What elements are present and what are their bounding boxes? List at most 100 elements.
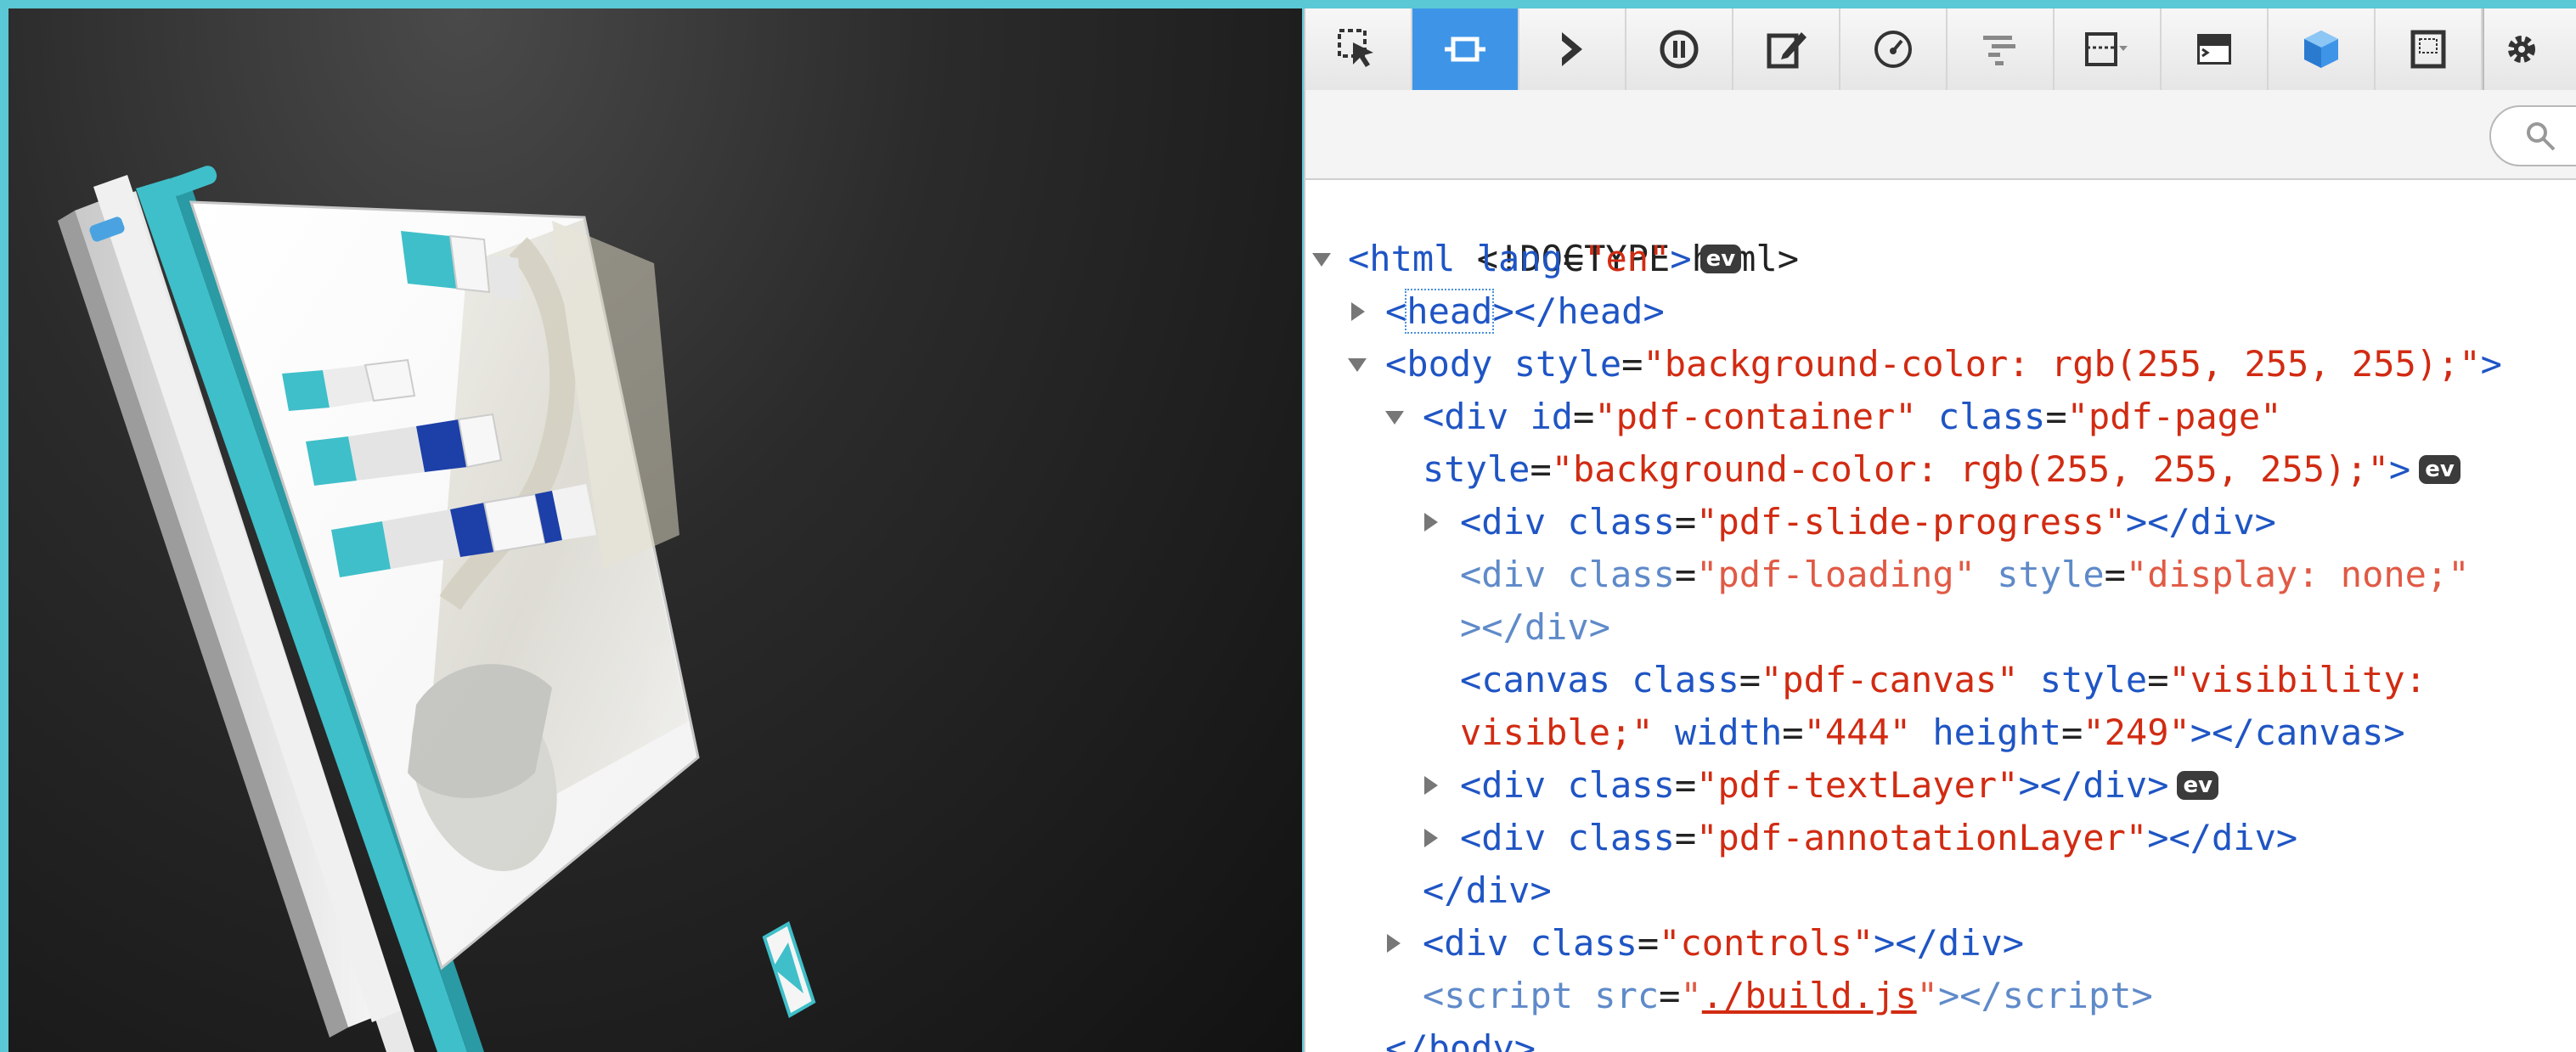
gear-icon — [2508, 36, 2535, 63]
tree-node-text-layer[interactable]: <div class="pdf-textLayer"></div> ev — [1460, 759, 2219, 812]
tree-node-body[interactable]: <body style="background-color: rgb(255, … — [1385, 338, 2502, 391]
tag-punct: > — [2383, 712, 2405, 753]
tag-punct: < — [1385, 343, 1407, 385]
tree-node-doctype[interactable]: <!DOCTYPE html> — [1348, 180, 1799, 279]
attr-value: "pdf-textLayer" — [1696, 764, 2019, 806]
attr-name: class — [1546, 501, 1675, 543]
tag-punct: ></ — [1937, 975, 2003, 1016]
tag-close: </head — [1513, 290, 1643, 332]
tag-close: canvas — [2254, 712, 2384, 753]
attr-value: "en" — [1584, 238, 1671, 279]
attr-eq: = — [1621, 343, 1643, 385]
attr-eq: = — [1659, 975, 1681, 1016]
tag-close: script — [2002, 975, 2132, 1016]
tree-node-pdf-container[interactable]: <div id="pdf-container" class="pdf-page" — [1423, 391, 2282, 443]
screenshot-button[interactable] — [2376, 8, 2483, 90]
attr-name: id — [1508, 396, 1574, 437]
search-input[interactable] — [2489, 105, 2576, 166]
tag-punct: > — [2147, 764, 2169, 806]
select-element-button[interactable] — [1305, 8, 1412, 90]
attr-eq: = — [1530, 448, 1552, 490]
event-badge[interactable]: ev — [2419, 455, 2460, 484]
tree-node-pdf-canvas[interactable]: <canvas class="pdf-canvas" style="visibi… — [1460, 654, 2427, 706]
tag-close: div — [2083, 764, 2148, 806]
3d-view-button[interactable] — [2269, 8, 2376, 90]
3d-dom-view[interactable] — [8, 8, 1302, 1052]
expand-toggle-icon[interactable] — [1424, 513, 1438, 532]
expand-toggle-icon[interactable] — [1424, 776, 1438, 795]
attr-eq: = — [1637, 922, 1660, 964]
settings-button[interactable] — [2483, 8, 2559, 90]
tag-close: div — [1937, 922, 2003, 964]
tree-node-slide-progress[interactable]: <div class="pdf-slide-progress"></div> — [1460, 496, 2276, 549]
tag-name: div — [1481, 764, 1547, 806]
network-button[interactable] — [1948, 8, 2055, 90]
attr-quote: " — [1680, 975, 1702, 1016]
script-src-link[interactable]: ./build.js — [1702, 975, 1917, 1016]
tag-name: div — [1444, 922, 1509, 964]
expand-toggle-icon[interactable] — [1424, 829, 1438, 847]
attr-value: "pdf-container" — [1594, 396, 1917, 437]
tree-node-body-close[interactable]: </body> — [1385, 1022, 1536, 1052]
tag-punct: > — [2388, 448, 2411, 490]
attr-name: style — [2018, 659, 2148, 700]
corner-logo — [762, 921, 816, 1018]
tag-punct: < — [1460, 659, 1482, 700]
expand-toggle-icon[interactable] — [1387, 934, 1401, 953]
search-icon — [2527, 122, 2556, 151]
performance-button[interactable] — [1840, 8, 1948, 90]
attr-name: class — [1546, 554, 1675, 595]
tree-node-head[interactable]: <head></head> — [1385, 285, 1665, 338]
tree-node-annotation-layer[interactable]: <div class="pdf-annotationLayer"></div> — [1460, 812, 2297, 864]
tag-punct: ></ — [1460, 606, 1525, 648]
crosshair-box-icon — [1445, 37, 1485, 62]
attr-name: class — [1508, 922, 1637, 964]
tag-punct: < — [1423, 975, 1445, 1016]
pause-circle-icon — [1660, 30, 1699, 69]
devtools-panel: <!DOCTYPE html> <html lang="en"> ev <head… — [1304, 8, 2576, 1052]
attr-eq: = — [1674, 764, 1697, 806]
attr-value: "visibility: — [2168, 659, 2427, 700]
tag-punct: > — [1513, 1027, 1536, 1052]
tag-punct: ></ — [1874, 922, 1938, 964]
attr-eq: = — [1674, 501, 1697, 543]
tag-punct: > — [1670, 238, 1692, 279]
tag-close: div — [2212, 817, 2276, 858]
tag-punct: < — [1423, 396, 1445, 437]
tree-node-pdf-container-close[interactable]: </div> — [1423, 864, 1552, 917]
attr-eq: = — [2045, 396, 2067, 437]
tag-name: html — [1369, 238, 1456, 279]
event-badge[interactable]: ev — [2177, 771, 2219, 800]
attr-value: "444" — [1803, 712, 1912, 753]
attr-eq: = — [1562, 238, 1585, 279]
tree-node-html[interactable]: <html lang="en"> ev — [1348, 233, 1742, 285]
tree-node-controls[interactable]: <div class="controls"></div> — [1423, 917, 2024, 970]
pick-element-button[interactable] — [1412, 8, 1519, 90]
debugger-button[interactable] — [1626, 8, 1733, 90]
tag-punct: > — [1588, 606, 1611, 648]
tag-name: script — [1444, 975, 1574, 1016]
expand-toggle-icon[interactable] — [1351, 302, 1365, 321]
tree-node-script[interactable]: <script src="./build.js"></script> — [1423, 970, 2153, 1022]
attr-name: class — [1916, 396, 2046, 437]
attr-name: class — [1546, 764, 1675, 806]
tree-node-pdf-loading[interactable]: <div class="pdf-loading" style="display:… — [1460, 549, 2470, 601]
attr-value: "controls" — [1659, 922, 1874, 964]
3d-scene — [58, 166, 816, 1052]
expand-toggle-icon[interactable] — [1348, 358, 1367, 372]
console-button[interactable] — [1519, 8, 1626, 90]
tag-name: div — [1481, 501, 1547, 543]
attr-value: "pdf-canvas" — [1761, 659, 2019, 700]
cursor-select-icon — [1338, 29, 1373, 67]
expand-toggle-icon[interactable] — [1385, 411, 1404, 425]
expand-toggle-icon[interactable] — [1312, 253, 1331, 267]
attr-eq: = — [1674, 554, 1697, 595]
tag-punct: < — [1348, 238, 1370, 279]
attr-name: class — [1546, 817, 1675, 858]
chevron-right-icon — [1562, 32, 1582, 66]
style-editor-button[interactable] — [1733, 8, 1840, 90]
tag-punct: < — [1423, 922, 1445, 964]
scratchpad-button[interactable] — [2162, 8, 2269, 90]
responsive-button[interactable] — [2055, 8, 2162, 90]
event-badge[interactable]: ev — [1699, 245, 1742, 273]
